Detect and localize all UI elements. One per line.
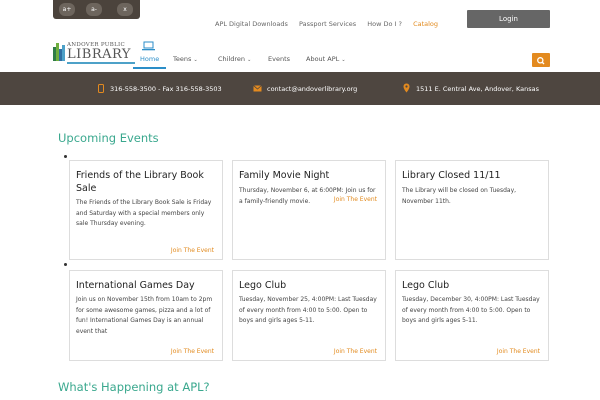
link-catalog[interactable]: Catalog	[413, 20, 438, 28]
event-card: Library Closed 11/11 The Library will be…	[395, 160, 549, 260]
map-pin-icon	[403, 83, 410, 93]
logo-underline	[67, 62, 135, 64]
event-card: International Games Day Join us on Novem…	[69, 270, 223, 361]
join-event-link[interactable]: Join The Event	[171, 348, 214, 355]
nav-teens-label: Teens	[173, 55, 192, 63]
event-card: Lego Club Tuesday, November 25, 4:00PM: …	[232, 270, 386, 361]
nav-events[interactable]: Events	[268, 55, 290, 63]
accessibility-bar: a+ a- x	[53, 0, 140, 19]
event-description: Tuesday, December 30, 4:00PM: Last Tuesd…	[402, 296, 540, 324]
list-bullet	[64, 263, 67, 266]
books-logo-icon	[53, 43, 65, 61]
contact-phone: 316-558-3500 - Fax 316-558-3503	[110, 85, 222, 93]
join-event-link[interactable]: Join The Event	[497, 348, 540, 355]
login-button[interactable]: Login	[467, 10, 550, 28]
chevron-down-icon: ⌄	[341, 57, 346, 63]
library-logo[interactable]: ANDOVER PUBLIC LIBRARY	[53, 41, 135, 65]
nav-teens[interactable]: Teens ⌄	[173, 55, 198, 63]
nav-children-label: Children	[218, 55, 246, 63]
nav-about-label: About APL	[306, 55, 340, 63]
link-passport-services[interactable]: Passport Services	[299, 20, 356, 28]
chevron-down-icon: ⌄	[193, 57, 198, 63]
top-links: APL Digital Downloads Passport Services …	[215, 20, 447, 28]
email-icon	[253, 85, 262, 92]
list-bullet	[64, 155, 67, 158]
nav-about[interactable]: About APL ⌄	[306, 55, 346, 63]
event-title[interactable]: Lego Club	[402, 279, 542, 292]
chevron-down-icon: ⌄	[247, 57, 252, 63]
search-icon	[537, 57, 545, 65]
event-card: Lego Club Tuesday, December 30, 4:00PM: …	[395, 270, 549, 361]
event-title[interactable]: Library Closed 11/11	[402, 169, 542, 182]
nav-home[interactable]: Home	[140, 55, 159, 63]
event-card: Family Movie Night Thursday, November 6,…	[232, 160, 386, 260]
event-title[interactable]: Friends of the Library Book Sale	[76, 169, 216, 195]
decrease-font-button[interactable]: a-	[86, 3, 102, 16]
event-title[interactable]: Family Movie Night	[239, 169, 379, 182]
join-event-link[interactable]: Join The Event	[334, 196, 377, 203]
increase-font-button[interactable]: a+	[59, 3, 75, 16]
link-digital-downloads[interactable]: APL Digital Downloads	[215, 20, 288, 28]
join-event-link[interactable]: Join The Event	[334, 348, 377, 355]
nav-children[interactable]: Children ⌄	[218, 55, 251, 63]
whats-happening-title: What's Happening at APL?	[58, 380, 210, 394]
contact-address: 1511 E. Central Ave, Andover, Kansas	[416, 85, 539, 93]
contact-email[interactable]: contact@andoverlibrary.org	[267, 85, 357, 93]
contact-band: 316-558-3500 - Fax 316-558-3503 contact@…	[0, 72, 600, 105]
search-button[interactable]	[532, 53, 550, 67]
event-description: The Friends of the Library Book Sale is …	[76, 199, 212, 227]
link-how-do-i[interactable]: How Do I ?	[367, 20, 402, 28]
upcoming-events-title: Upcoming Events	[58, 131, 159, 145]
join-event-link[interactable]: Join The Event	[171, 247, 214, 254]
event-title[interactable]: International Games Day	[76, 279, 216, 292]
event-description: Join us on November 15th from 10am to 2p…	[76, 296, 213, 335]
logo-line2: LIBRARY	[67, 47, 131, 62]
event-description: The Library will be closed on Tuesday, N…	[402, 187, 517, 205]
event-card: Friends of the Library Book Sale The Fri…	[69, 160, 223, 260]
active-nav-indicator	[133, 67, 166, 69]
laptop-icon	[142, 41, 155, 51]
phone-icon	[98, 84, 104, 93]
event-title[interactable]: Lego Club	[239, 279, 379, 292]
close-accessibility-button[interactable]: x	[117, 3, 133, 16]
event-description: Tuesday, November 25, 4:00PM: Last Tuesd…	[239, 296, 377, 324]
